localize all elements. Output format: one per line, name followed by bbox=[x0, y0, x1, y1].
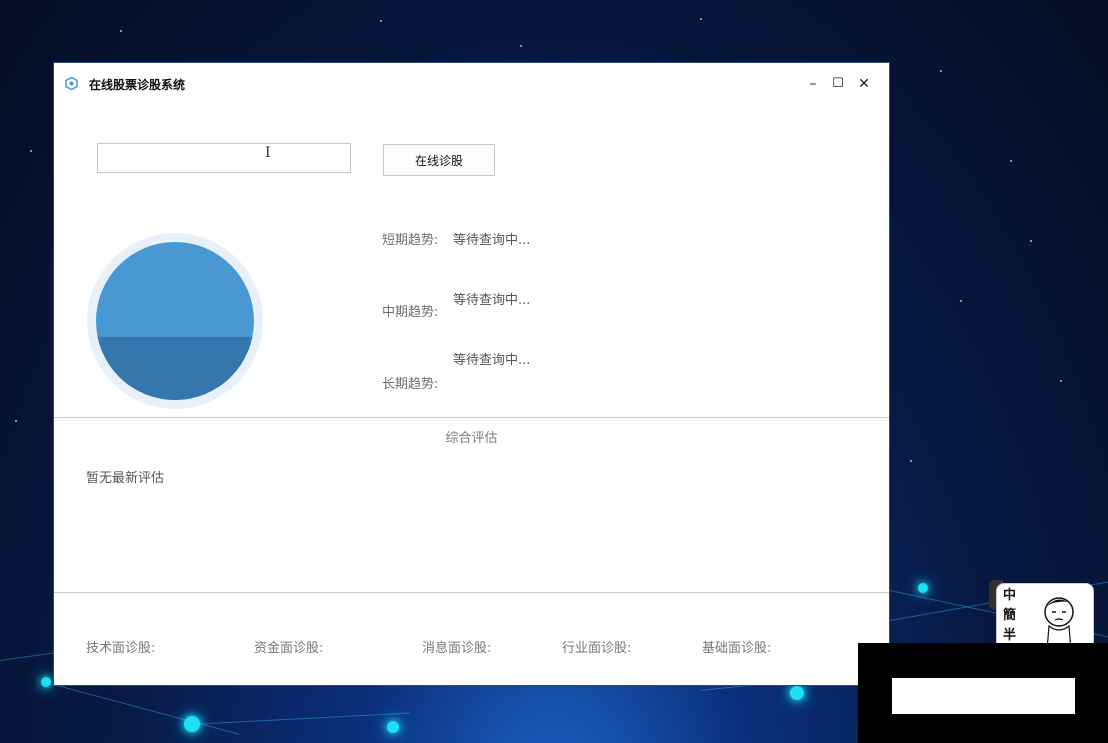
window-title: 在线股票诊股系统 bbox=[89, 78, 186, 92]
divider-top bbox=[54, 417, 889, 418]
industry-diagnosis-label: 行业面诊股: bbox=[562, 641, 632, 656]
short-term-trend-value: 等待查询中... bbox=[453, 233, 531, 248]
online-diagnose-button[interactable]: 在线诊股 bbox=[383, 144, 495, 176]
stock-code-input[interactable] bbox=[97, 143, 351, 173]
score-gauge bbox=[87, 233, 263, 409]
white-overlay-bar bbox=[892, 678, 1075, 714]
divider-bottom bbox=[54, 592, 889, 593]
evaluation-text: 暂无最新评估 bbox=[86, 471, 165, 486]
long-term-trend-value: 等待查询中... bbox=[453, 353, 531, 368]
close-button[interactable]: ✕ bbox=[854, 74, 874, 94]
short-term-trend-label: 短期趋势: bbox=[382, 233, 439, 248]
sticker-text: 中簡半 bbox=[1003, 588, 1017, 643]
fundamental-diagnosis-label: 基础面诊股: bbox=[702, 641, 772, 656]
maximize-button[interactable]: ☐ bbox=[828, 74, 848, 94]
mid-term-trend-value: 等待查询中... bbox=[453, 293, 531, 308]
capital-diagnosis-label: 资金面诊股: bbox=[254, 641, 324, 656]
cartoon-sticker: 中簡半 bbox=[996, 583, 1094, 645]
long-term-trend-label: 长期趋势: bbox=[382, 377, 439, 392]
technical-diagnosis-label: 技术面诊股: bbox=[86, 641, 156, 656]
news-diagnosis-label: 消息面诊股: bbox=[422, 641, 492, 656]
evaluation-title: 综合评估 bbox=[445, 431, 498, 446]
title-bar: 在线股票诊股系统 – ☐ ✕ bbox=[54, 63, 889, 103]
app-window: 在线股票诊股系统 – ☐ ✕ I 在线诊股 短期趋势: 等待查询中... 中期趋… bbox=[54, 63, 889, 685]
app-logo-icon bbox=[65, 77, 78, 90]
minimize-button[interactable]: – bbox=[803, 74, 823, 94]
cartoon-face-icon bbox=[1044, 597, 1074, 644]
text-cursor-icon: I bbox=[265, 145, 271, 161]
mid-term-trend-label: 中期趋势: bbox=[382, 305, 439, 320]
